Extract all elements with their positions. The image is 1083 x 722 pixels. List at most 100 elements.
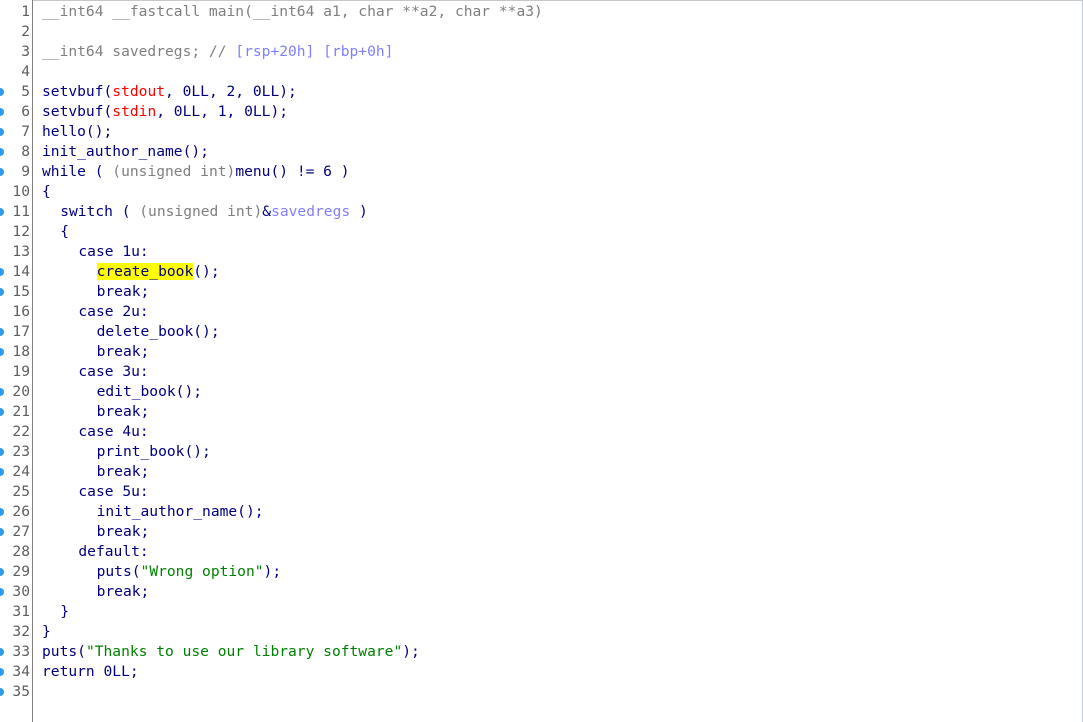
line-code[interactable]: setvbuf(stdout, 0LL, 2, 0LL); (42, 82, 297, 102)
code-token[interactable]: setvbuf( (42, 83, 112, 100)
code-token[interactable]: __int64 __fastcall main(__int64 a1, char… (42, 3, 543, 20)
line-number: 27 (12, 523, 30, 540)
line-code[interactable]: puts("Thanks to use our library software… (42, 642, 420, 662)
code-token[interactable]: puts( (42, 643, 86, 660)
line-code[interactable]: setvbuf(stdin, 0LL, 1, 0LL); (42, 102, 288, 122)
code-token[interactable]: break; (97, 403, 150, 420)
line-code[interactable]: { (60, 222, 69, 242)
line-number: 16 (12, 303, 30, 320)
line-code[interactable]: case 3u: (78, 362, 148, 382)
line-code[interactable]: switch ( (unsigned int)&savedregs ) (60, 202, 368, 222)
line-number: 7 (21, 123, 30, 140)
highlighted-token[interactable]: create_book (96, 263, 194, 280)
line-code[interactable]: break; (97, 402, 150, 422)
line-code[interactable]: default: (78, 542, 148, 562)
line-code[interactable]: init_author_name(); (42, 142, 209, 162)
code-token[interactable]: setvbuf( (42, 103, 112, 120)
code-token[interactable]: ) (350, 203, 368, 220)
code-token[interactable]: menu() != 6 ) (235, 163, 349, 180)
line-number: 19 (12, 363, 30, 380)
line-code[interactable]: break; (97, 282, 150, 302)
code-token[interactable]: default: (78, 543, 148, 560)
code-token[interactable]: break; (97, 463, 150, 480)
code-token[interactable]: case 2u: (78, 303, 148, 320)
code-token[interactable]: { (42, 183, 51, 200)
line-number: 17 (12, 323, 30, 340)
line-number: 24 (12, 463, 30, 480)
code-token[interactable]: case 3u: (78, 363, 148, 380)
line-number: 28 (12, 543, 30, 560)
code-token[interactable]: hello(); (42, 123, 112, 140)
code-token[interactable]: delete_book(); (97, 323, 220, 340)
code-token[interactable]: , 0LL, 2, 0LL); (165, 83, 297, 100)
code-token[interactable]: break; (97, 343, 150, 360)
code-token[interactable]: } (42, 623, 51, 640)
line-code[interactable]: break; (97, 522, 150, 542)
line-code[interactable]: case 5u: (78, 482, 148, 502)
code-token[interactable]: { (60, 223, 69, 240)
line-number: 15 (12, 283, 30, 300)
code-token[interactable]: case 5u: (78, 483, 148, 500)
line-number: 23 (12, 443, 30, 460)
code-token[interactable]: edit_book(); (97, 383, 202, 400)
code-token[interactable]: while ( (42, 163, 112, 180)
code-token[interactable]: stdin (112, 103, 156, 120)
line-number: 5 (21, 83, 30, 100)
code-token[interactable]: print_book(); (97, 443, 211, 460)
code-token[interactable]: (); (193, 263, 219, 280)
code-token[interactable]: "Wrong option" (141, 563, 264, 580)
code-token[interactable]: switch ( (60, 203, 139, 220)
code-token[interactable]: [rsp+20h] [rbp+0h] (235, 43, 393, 60)
code-token[interactable]: ); (264, 563, 282, 580)
line-code[interactable]: hello(); (42, 122, 112, 142)
line-code[interactable]: { (42, 182, 51, 202)
code-token[interactable]: break; (97, 283, 150, 300)
line-code[interactable]: print_book(); (97, 442, 211, 462)
code-token[interactable]: & (262, 203, 271, 220)
line-code[interactable]: case 4u: (78, 422, 148, 442)
code-token[interactable]: init_author_name(); (97, 503, 264, 520)
code-token[interactable]: break; (97, 523, 150, 540)
line-number: 20 (12, 383, 30, 400)
code-token[interactable]: , 0LL, 1, 0LL); (156, 103, 288, 120)
line-code[interactable]: delete_book(); (97, 322, 220, 342)
code-token[interactable]: (unsigned int) (112, 163, 235, 180)
line-code[interactable]: __int64 __fastcall main(__int64 a1, char… (42, 2, 543, 22)
line-code[interactable]: break; (97, 582, 150, 602)
code-token[interactable]: break; (97, 583, 150, 600)
code-token[interactable]: (unsigned int) (139, 203, 262, 220)
line-number: 22 (12, 423, 30, 440)
line-code[interactable]: break; (97, 462, 150, 482)
line-code[interactable]: break; (97, 342, 150, 362)
pseudocode-view[interactable]: 1 __int64 __fastcall main(__int64 a1, cha… (0, 0, 1083, 722)
line-code[interactable]: create_book(); (96, 262, 220, 282)
code-token[interactable]: "Thanks to use our library software" (86, 643, 402, 660)
code-token[interactable]: stdout (112, 83, 165, 100)
line-number: 29 (12, 563, 30, 580)
code-token[interactable]: ); (402, 643, 420, 660)
line-number: 4 (21, 63, 30, 80)
code-token[interactable]: puts( (97, 563, 141, 580)
line-number: 30 (12, 583, 30, 600)
line-code[interactable]: __int64 savedregs; // [rsp+20h] [rbp+0h] (42, 42, 393, 62)
code-token[interactable]: __int64 savedregs; // (42, 43, 235, 60)
line-code[interactable]: edit_book(); (97, 382, 202, 402)
line-code[interactable]: puts("Wrong option"); (97, 562, 282, 582)
line-code[interactable]: return 0LL; (42, 662, 139, 682)
line-code[interactable]: } (42, 622, 51, 642)
line-code[interactable]: case 1u: (78, 242, 148, 262)
line-code[interactable]: init_author_name(); (97, 502, 264, 522)
line-number: 18 (12, 343, 30, 360)
line-code[interactable]: case 2u: (78, 302, 148, 322)
code-token[interactable]: } (60, 603, 69, 620)
code-token[interactable]: init_author_name(); (42, 143, 209, 160)
line-number: 34 (12, 663, 30, 680)
code-token[interactable]: case 4u: (78, 423, 148, 440)
line-code[interactable]: while ( (unsigned int)menu() != 6 ) (42, 162, 350, 182)
line-number: 10 (12, 183, 30, 200)
code-token[interactable]: savedregs (271, 203, 350, 220)
line-number: 11 (12, 203, 30, 220)
code-token[interactable]: return 0LL; (42, 663, 139, 680)
line-code[interactable]: } (60, 602, 69, 622)
code-token[interactable]: case 1u: (78, 243, 148, 260)
